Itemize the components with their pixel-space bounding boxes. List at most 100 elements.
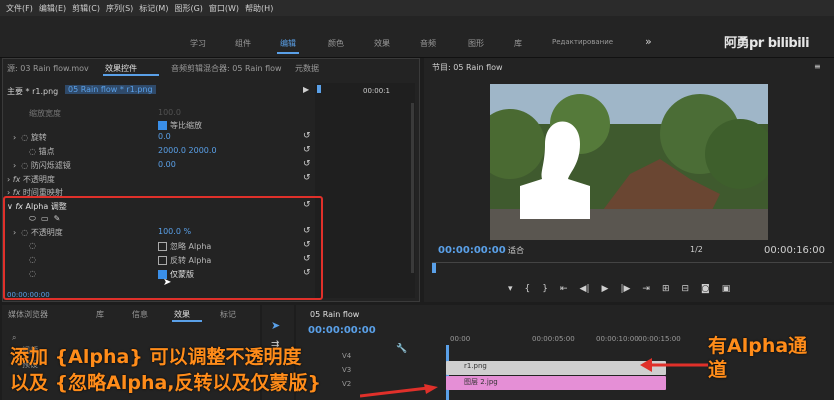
workspace-bar: 学习 组件 编辑 颜色 效果 音频 图形 库 Редактирование » … xyxy=(0,16,834,58)
add-marker-icon[interactable]: ▾ xyxy=(508,284,513,294)
ruler-label: 00:00 xyxy=(450,335,471,343)
program-timecode[interactable]: 00:00:00:00 xyxy=(438,245,506,256)
tab-library[interactable]: 库 xyxy=(96,309,104,320)
menu-marker[interactable]: 标记(M) xyxy=(139,3,168,14)
workspace-audio[interactable]: 音频 xyxy=(420,38,436,49)
wrench-icon[interactable]: 🔧 xyxy=(396,344,407,354)
step-forward-icon[interactable]: |▶ xyxy=(620,284,630,294)
panel-menu-icon[interactable]: ≡ xyxy=(814,62,821,71)
active-tab-indicator xyxy=(172,320,202,322)
program-ruler[interactable] xyxy=(432,262,832,277)
program-monitor: 节目: 05 Rain flow ≡ 00:00:00:00 适合 1/2 00… xyxy=(424,58,834,302)
row-label: 不透明度 xyxy=(22,175,55,184)
step-back-icon[interactable]: ◀| xyxy=(580,284,590,294)
reset-icon[interactable]: ↺ xyxy=(303,131,311,141)
track-header[interactable]: V3 xyxy=(342,366,351,374)
tab-media-browser[interactable]: 媒体浏览器 xyxy=(8,309,48,320)
zoom-select[interactable]: 适合 xyxy=(508,245,524,256)
sequence-clip-label[interactable]: 05 Rain flow * r1.png xyxy=(65,85,156,94)
workspace-graphics[interactable]: 图形 xyxy=(468,38,484,49)
caption-line: 添加 {Alpha} 可以调整不透明度 xyxy=(10,346,302,368)
reset-icon[interactable]: ↺ xyxy=(303,173,311,183)
clip-layer2[interactable]: 图层 2.jpg xyxy=(446,376,666,390)
clip-label: 图层 2.jpg xyxy=(464,378,498,386)
timeline-tab[interactable]: 05 Rain flow xyxy=(310,310,359,319)
watermark-logo: 阿勇pr bilibili xyxy=(724,36,810,51)
mark-in-icon[interactable]: { xyxy=(525,284,531,294)
workspace-assembly[interactable]: 组件 xyxy=(235,38,251,49)
master-clip-label[interactable]: 主要 * r1.png xyxy=(7,86,58,97)
effect-scrollbar[interactable] xyxy=(411,103,414,273)
row-label: 等比缩放 xyxy=(170,121,202,130)
active-workspace-indicator xyxy=(277,52,299,54)
settings-icon[interactable]: ▣ xyxy=(722,284,731,294)
menu-graphics[interactable]: 图形(G) xyxy=(174,3,202,14)
workspace-effects[interactable]: 效果 xyxy=(374,38,390,49)
row-label: 旋转 xyxy=(30,133,47,142)
arrow-icon xyxy=(640,358,708,372)
track-header[interactable]: V4 xyxy=(342,352,351,360)
menu-edit[interactable]: 编辑(E) xyxy=(39,3,66,14)
ruler-label: 00:00:05:00 xyxy=(532,335,575,343)
active-tab-indicator xyxy=(103,74,159,76)
effect-timeline-time: 00:00:1 xyxy=(363,87,390,95)
transport-controls: ▾ { } ⇤ ◀| ▶ |▶ ⇥ ⊞ ⊟ ◙ ▣ xyxy=(508,284,730,294)
reset-icon[interactable]: ↺ xyxy=(303,145,311,155)
program-duration: 00:00:16:00 xyxy=(764,245,826,256)
tab-source[interactable]: 源: 03 Rain flow.mov xyxy=(7,63,89,74)
play-icon[interactable]: ▶ xyxy=(602,284,609,294)
caption-left: 添加 {Alpha} 可以调整不透明度 以及 {忽略Alpha,反转以及仅蒙版} xyxy=(10,344,321,396)
export-frame-icon[interactable]: ◙ xyxy=(701,284,710,294)
workspace-editing-ru[interactable]: Редактирование xyxy=(552,38,613,46)
menu-file[interactable]: 文件(F) xyxy=(6,3,33,14)
caption-right: 有Alpha通道 xyxy=(708,335,808,381)
tab-metadata[interactable]: 元数据 xyxy=(295,63,319,74)
effect-playhead[interactable] xyxy=(317,85,321,93)
effect-row: 缩放宽度 100.0 xyxy=(3,107,313,119)
row-label: 缩放宽度 xyxy=(29,109,61,118)
lift-icon[interactable]: ⊞ xyxy=(662,284,670,294)
workspace-editing[interactable]: 编辑 xyxy=(280,38,296,49)
more-workspaces-icon[interactable]: » xyxy=(645,35,652,48)
anchor-value[interactable]: 2000.0 2000.0 xyxy=(158,146,217,155)
extract-icon[interactable]: ⊟ xyxy=(682,284,690,294)
menu-clip[interactable]: 剪辑(C) xyxy=(72,3,100,14)
program-tab[interactable]: 节目: 05 Rain flow xyxy=(432,62,503,73)
tab-effect-controls[interactable]: 效果控件 xyxy=(105,63,137,74)
tab-markers[interactable]: 标记 xyxy=(220,309,236,320)
mark-out-icon[interactable]: } xyxy=(542,284,548,294)
menu-window[interactable]: 窗口(W) xyxy=(209,3,239,14)
search-icon[interactable]: ⌕ xyxy=(12,333,16,343)
tab-effects[interactable]: 效果 xyxy=(174,309,190,320)
workspace-color[interactable]: 颜色 xyxy=(328,38,344,49)
ruler-label: 00:00:10:00 xyxy=(596,335,639,343)
video-frame xyxy=(490,84,768,240)
play-only-icon[interactable]: ▶ xyxy=(303,85,309,94)
timeline-timecode[interactable]: 00:00:00:00 xyxy=(308,325,376,336)
tab-audio-mixer[interactable]: 音频剪辑混合器: 05 Rain flow xyxy=(171,63,282,74)
go-to-out-icon[interactable]: ⇥ xyxy=(642,284,650,294)
arrow-icon xyxy=(360,384,438,398)
effect-row: › fx 不透明度 ↺ xyxy=(7,173,311,184)
program-playhead[interactable] xyxy=(432,263,436,273)
clip-selector: 主要 * r1.png 05 Rain flow * r1.png ▶ xyxy=(3,85,313,97)
row-value[interactable]: 100.0 xyxy=(158,108,181,117)
tab-info[interactable]: 信息 xyxy=(132,309,148,320)
effect-row: › ◌ 防闪烁滤镜 0.00 ↺ xyxy=(13,159,311,170)
uniform-scale-checkbox[interactable] xyxy=(158,121,167,130)
go-to-in-icon[interactable]: ⇤ xyxy=(560,284,568,294)
clip-label: r1.png xyxy=(464,362,487,370)
highlight-box xyxy=(3,196,323,300)
anti-flicker-value[interactable]: 0.00 xyxy=(158,160,176,169)
reset-icon[interactable]: ↺ xyxy=(303,159,311,169)
resolution-select[interactable]: 1/2 xyxy=(690,245,703,254)
effect-row: ◌ 锚点 2000.0 2000.0 ↺ xyxy=(29,145,311,156)
track-header[interactable]: V2 xyxy=(342,380,351,388)
rotation-value[interactable]: 0.0 xyxy=(158,132,171,141)
selection-tool-icon[interactable]: ➤ xyxy=(271,319,280,332)
workspace-libraries[interactable]: 库 xyxy=(514,38,522,49)
menu-sequence[interactable]: 序列(S) xyxy=(106,3,133,14)
clip-r1[interactable]: r1.png xyxy=(446,361,666,375)
menu-help[interactable]: 帮助(H) xyxy=(245,3,273,14)
workspace-learn[interactable]: 学习 xyxy=(190,38,206,49)
